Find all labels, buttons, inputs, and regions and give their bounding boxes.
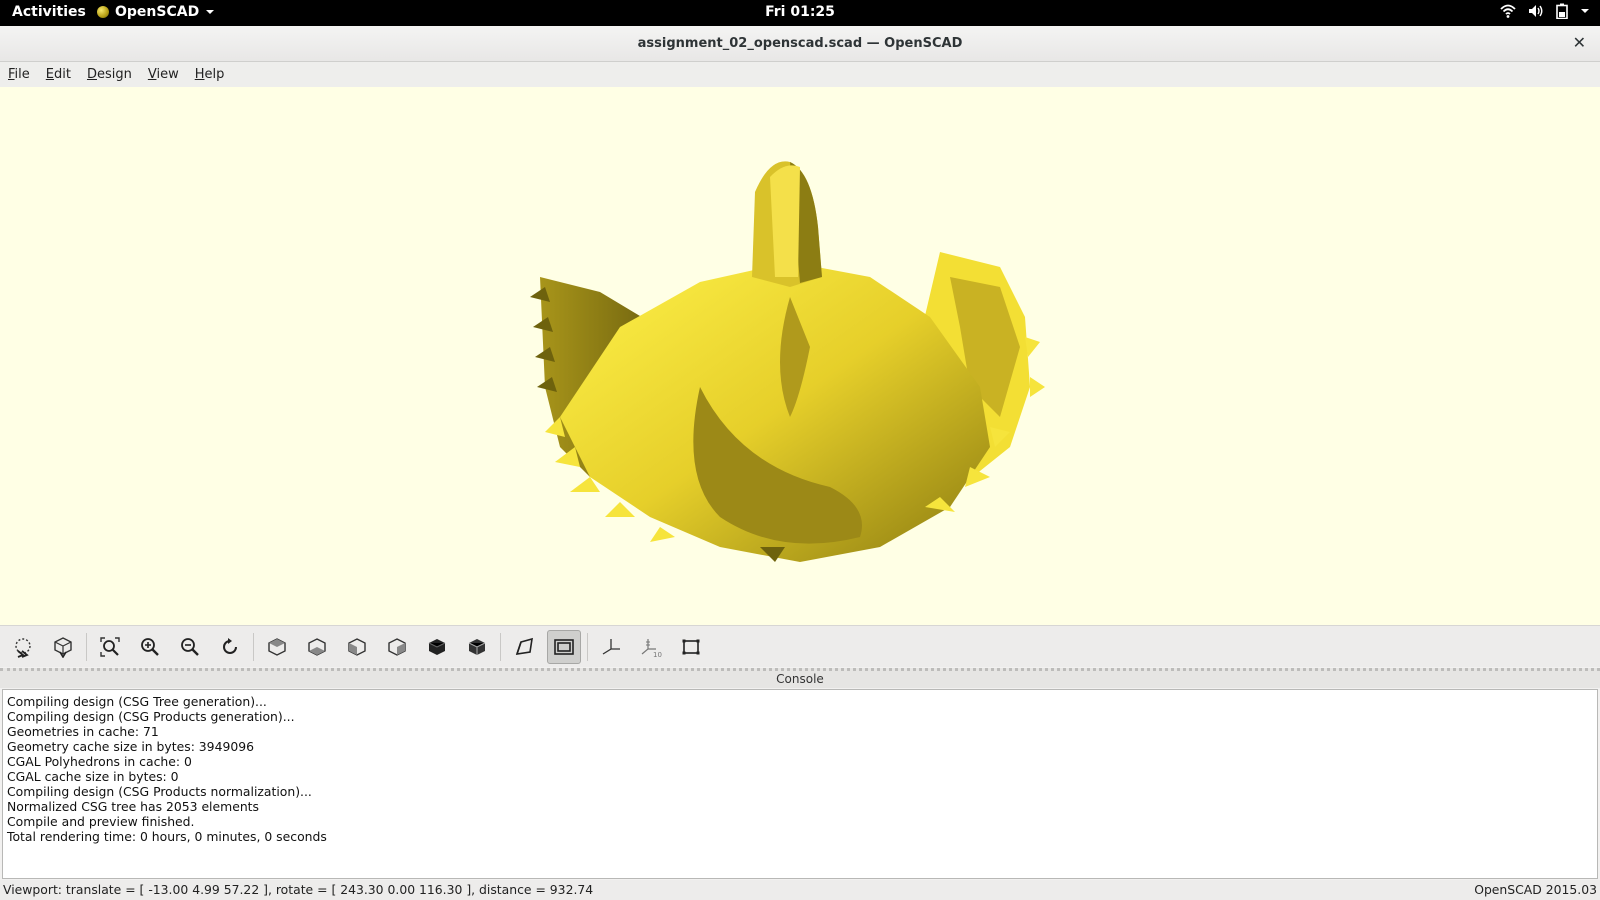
- chevron-down-icon: [1581, 9, 1589, 13]
- reset-view-button[interactable]: [213, 630, 247, 664]
- app-menu-button[interactable]: OpenSCAD: [97, 4, 215, 20]
- show-axes-icon: [602, 638, 620, 655]
- console-line: Compile and preview finished.: [7, 814, 195, 829]
- view-left-icon: [348, 637, 366, 656]
- view-toolbar: 10: [0, 625, 1600, 667]
- menu-view[interactable]: View: [148, 67, 179, 82]
- view-all-button[interactable]: [93, 630, 127, 664]
- zoom-in-icon: [141, 637, 159, 656]
- console-line: Total rendering time: 0 hours, 0 minutes…: [7, 829, 327, 844]
- console-line: Compiling design (CSG Tree generation)..…: [7, 694, 267, 709]
- view-top-button[interactable]: [260, 630, 294, 664]
- view-front-button[interactable]: [420, 630, 454, 664]
- app-menu-label: OpenSCAD: [115, 4, 200, 20]
- preview-icon: [15, 637, 31, 658]
- model-body: [530, 161, 1045, 562]
- volume-icon: [1529, 5, 1543, 17]
- show-scale-markers-button[interactable]: 10: [634, 630, 668, 664]
- console-line: CGAL Polyhedrons in cache: 0: [7, 754, 192, 769]
- view-bottom-icon: [308, 637, 326, 656]
- view-all-icon: [100, 636, 120, 657]
- perspective-icon: [515, 637, 533, 655]
- toolbar-separator: [587, 632, 588, 661]
- perspective-button[interactable]: [507, 630, 541, 664]
- activities-button[interactable]: Activities: [12, 4, 86, 20]
- battery-icon: [1556, 3, 1568, 19]
- view-back-button[interactable]: [460, 630, 494, 664]
- console-line: CGAL cache size in bytes: 0: [7, 769, 179, 784]
- show-scale-markers-icon: 10: [641, 638, 662, 658]
- console-output[interactable]: Compiling design (CSG Tree generation)..…: [2, 689, 1598, 879]
- zoom-out-icon: [181, 637, 199, 656]
- preview-button[interactable]: [6, 630, 40, 664]
- zoom-in-button[interactable]: [133, 630, 167, 664]
- show-axes-button[interactable]: [594, 630, 628, 664]
- svg-text:10: 10: [653, 651, 662, 658]
- menu-edit[interactable]: Edit: [46, 67, 71, 82]
- window-title-bar: assignment_02_openscad.scad — OpenSCAD ✕: [0, 26, 1600, 62]
- show-edges-icon: [682, 639, 700, 654]
- orthogonal-button[interactable]: [547, 629, 581, 664]
- version-label: OpenSCAD 2015.03: [1474, 882, 1597, 897]
- console-line: Compiling design (CSG Products normaliza…: [7, 784, 312, 799]
- orthogonal-icon: [554, 638, 574, 655]
- show-edges-button[interactable]: [674, 630, 708, 664]
- view-top-icon: [268, 637, 286, 656]
- close-button[interactable]: ✕: [1573, 33, 1586, 52]
- view-right-button[interactable]: [380, 630, 414, 664]
- viewport-status: Viewport: translate = [ -13.00 4.99 57.2…: [3, 882, 594, 897]
- openscad-logo-icon: [97, 6, 109, 18]
- view-bottom-button[interactable]: [300, 630, 334, 664]
- rendered-model: [530, 161, 1045, 562]
- render-icon: [54, 636, 72, 658]
- clock[interactable]: Fri 01:25: [0, 4, 1600, 20]
- menu-file[interactable]: File: [8, 67, 30, 82]
- 3d-viewport[interactable]: [0, 87, 1600, 625]
- console-line: Geometries in cache: 71: [7, 724, 159, 739]
- system-tray[interactable]: [1500, 3, 1590, 19]
- view-front-icon: [428, 638, 446, 655]
- toolbar-separator: [253, 632, 254, 661]
- chevron-down-icon: [206, 10, 215, 14]
- view-back-icon: [468, 638, 486, 655]
- menu-design[interactable]: Design: [87, 67, 132, 82]
- console-line: Compiling design (CSG Products generatio…: [7, 709, 295, 724]
- zoom-out-button[interactable]: [173, 630, 207, 664]
- menu-help[interactable]: Help: [195, 67, 225, 82]
- console-line: Geometry cache size in bytes: 3949096: [7, 739, 254, 754]
- view-left-button[interactable]: [340, 630, 374, 664]
- render-button[interactable]: [46, 630, 80, 664]
- system-top-bar: Activities OpenSCAD Fri 01:25: [0, 0, 1600, 26]
- console-line: Normalized CSG tree has 2053 elements: [7, 799, 259, 814]
- wifi-icon: [1500, 4, 1516, 18]
- toolbar-separator: [86, 632, 87, 661]
- window-title: assignment_02_openscad.scad — OpenSCAD: [637, 36, 963, 51]
- view-right-icon: [388, 637, 406, 656]
- console-title[interactable]: Console: [0, 668, 1600, 688]
- menu-bar: File Edit Design View Help: [0, 62, 1600, 87]
- reset-view-icon: [223, 637, 237, 654]
- toolbar-separator: [500, 632, 501, 661]
- status-bar: Viewport: translate = [ -13.00 4.99 57.2…: [0, 880, 1600, 900]
